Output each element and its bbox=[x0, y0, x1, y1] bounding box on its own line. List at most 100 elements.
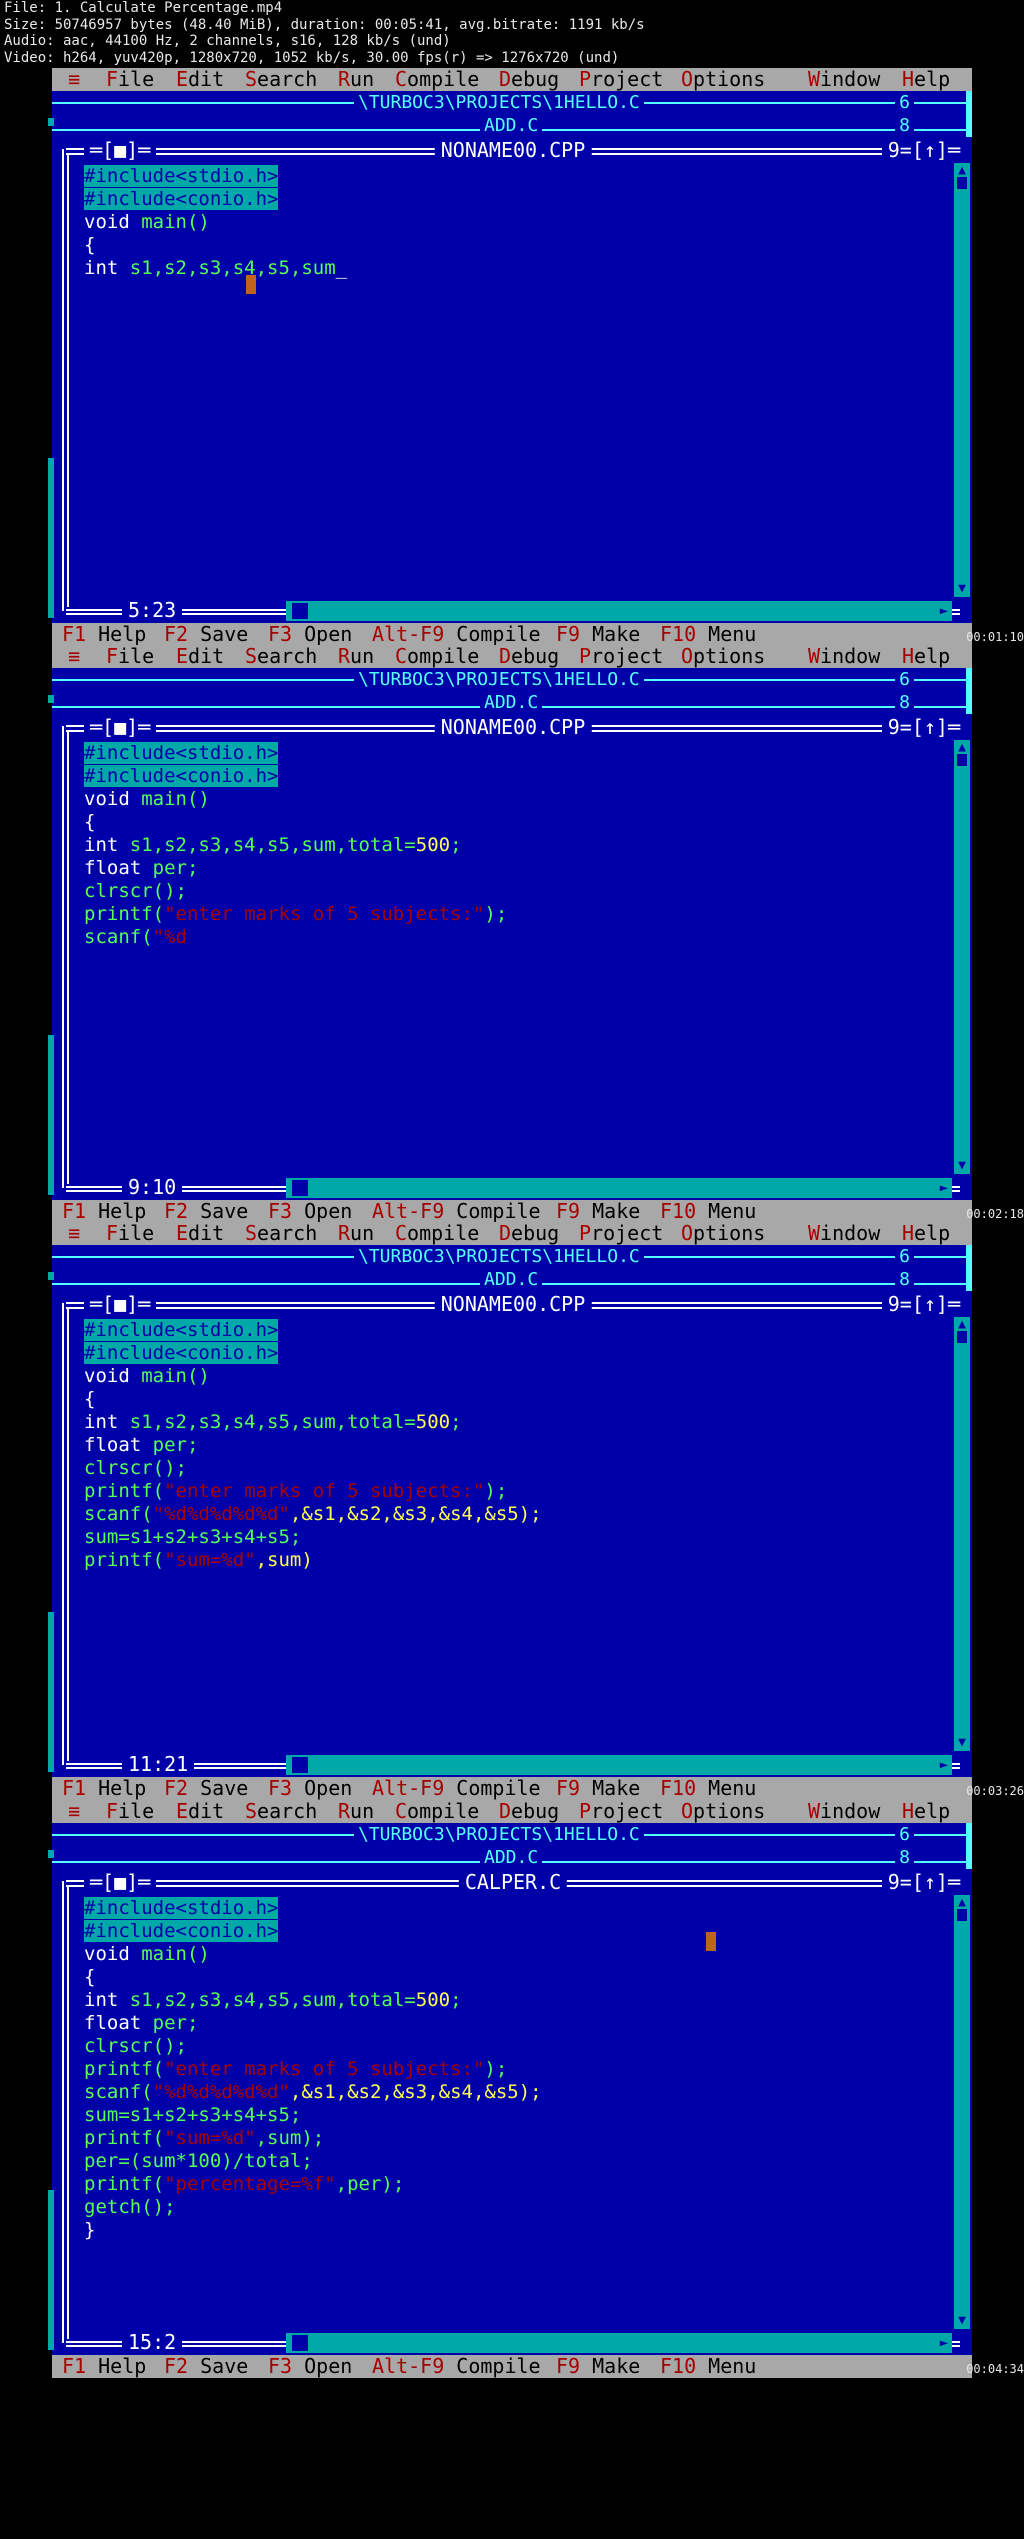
code-line[interactable]: #include<conio.h> bbox=[84, 188, 347, 211]
code-editor[interactable]: #include<stdio.h> #include<conio.h> void m… bbox=[84, 1319, 542, 1572]
vertical-scrollbar[interactable]: ▲ ▼ bbox=[954, 1895, 970, 2329]
status-open[interactable]: F3 Open bbox=[268, 1777, 352, 1800]
scroll-right-icon[interactable]: ► bbox=[936, 2333, 952, 2353]
bg-window-add[interactable]: ADD.C 8 bbox=[52, 1268, 972, 1291]
menu-compile[interactable]: Compile bbox=[395, 68, 479, 91]
menu-run[interactable]: Run bbox=[338, 1800, 374, 1823]
menu-options[interactable]: Options bbox=[681, 1800, 765, 1823]
scroll-left-icon[interactable] bbox=[292, 2335, 308, 2351]
menu-project[interactable]: Project bbox=[579, 645, 663, 668]
code-line[interactable]: void main() bbox=[84, 1943, 542, 1966]
code-line[interactable]: sum=s1+s2+s3+s4+s5; bbox=[84, 1526, 542, 1549]
scroll-thumb[interactable] bbox=[957, 1331, 967, 1343]
menu-compile[interactable]: Compile bbox=[395, 1222, 479, 1245]
menu-edit[interactable]: Edit bbox=[176, 645, 224, 668]
code-line[interactable]: { bbox=[84, 1966, 542, 1989]
vertical-scrollbar[interactable]: ▲ ▼ bbox=[954, 1317, 970, 1751]
zoom-window-icon[interactable]: 9=[↑]═ bbox=[881, 714, 966, 740]
menu-search[interactable]: Search bbox=[245, 1222, 317, 1245]
code-line[interactable]: clrscr(); bbox=[84, 880, 507, 903]
code-editor[interactable]: #include<stdio.h> #include<conio.h> void m… bbox=[84, 165, 347, 280]
menu-help[interactable]: Help bbox=[902, 68, 950, 91]
code-line[interactable]: printf("enter marks of 5 subjects:"); bbox=[84, 2058, 542, 2081]
system-menu-icon[interactable]: ≡ bbox=[68, 1222, 80, 1245]
code-line[interactable]: #include<conio.h> bbox=[84, 1342, 542, 1365]
menu-window[interactable]: Window bbox=[808, 1222, 880, 1245]
menu-options[interactable]: Options bbox=[681, 68, 765, 91]
code-line[interactable]: printf("sum=%d",sum); bbox=[84, 2127, 542, 2150]
menu-edit[interactable]: Edit bbox=[176, 1222, 224, 1245]
code-line[interactable]: #include<stdio.h> bbox=[84, 1897, 542, 1920]
code-line[interactable]: printf("enter marks of 5 subjects:"); bbox=[84, 903, 507, 926]
menu-compile[interactable]: Compile bbox=[395, 1800, 479, 1823]
zoom-window-icon[interactable]: 9=[↑]═ bbox=[881, 1869, 966, 1895]
scroll-down-icon[interactable]: ▼ bbox=[954, 2313, 970, 2329]
status-save[interactable]: F2 Save bbox=[164, 1777, 248, 1800]
menu-window[interactable]: Window bbox=[808, 68, 880, 91]
code-line[interactable]: scanf("%d%d%d%d%d",&s1,&s2,&s3,&s4,&s5); bbox=[84, 1503, 542, 1526]
menu-project[interactable]: Project bbox=[579, 1222, 663, 1245]
code-line[interactable]: float per; bbox=[84, 1434, 542, 1457]
menu-run[interactable]: Run bbox=[338, 645, 374, 668]
code-line[interactable]: #include<stdio.h> bbox=[84, 742, 507, 765]
menu-options[interactable]: Options bbox=[681, 645, 765, 668]
status-compile[interactable]: Alt-F9 Compile bbox=[372, 1777, 541, 1800]
status-help[interactable]: F1 Help bbox=[62, 1777, 146, 1800]
status-help[interactable]: F1 Help bbox=[62, 2355, 146, 2378]
code-line[interactable]: { bbox=[84, 811, 507, 834]
code-line[interactable]: { bbox=[84, 234, 347, 257]
menu-edit[interactable]: Edit bbox=[176, 68, 224, 91]
status-open[interactable]: F3 Open bbox=[268, 1200, 352, 1223]
vertical-scrollbar[interactable]: ▲ ▼ bbox=[954, 740, 970, 1174]
scroll-thumb[interactable] bbox=[957, 1909, 967, 1921]
menu-file[interactable]: File bbox=[106, 68, 154, 91]
code-line[interactable]: printf("percentage=%f",per); bbox=[84, 2173, 542, 2196]
horizontal-scrollbar[interactable]: ► bbox=[286, 601, 952, 621]
code-line[interactable]: { bbox=[84, 1388, 542, 1411]
system-menu-icon[interactable]: ≡ bbox=[68, 68, 80, 91]
code-line[interactable]: #include<conio.h> bbox=[84, 1920, 542, 1943]
menu-debug[interactable]: Debug bbox=[499, 1800, 559, 1823]
status-menu[interactable]: F10 Menu bbox=[660, 1777, 756, 1800]
scroll-down-icon[interactable]: ▼ bbox=[954, 1158, 970, 1174]
status-make[interactable]: F9 Make bbox=[556, 1777, 640, 1800]
editor-window[interactable]: ═[■]═ NONAME00.CPP 9=[↑]═ ▲ ▼ #include<s… bbox=[56, 1291, 970, 1777]
menu-file[interactable]: File bbox=[106, 1800, 154, 1823]
zoom-arrow-icon[interactable]: =[↑]═ bbox=[900, 1870, 960, 1894]
menu-window[interactable]: Window bbox=[808, 645, 880, 668]
bg-window-add[interactable]: ADD.C 8 bbox=[52, 691, 972, 714]
code-line[interactable]: float per; bbox=[84, 857, 507, 880]
code-editor[interactable]: #include<stdio.h> #include<conio.h> void m… bbox=[84, 742, 507, 949]
menu-search[interactable]: Search bbox=[245, 645, 317, 668]
code-line[interactable]: clrscr(); bbox=[84, 1457, 542, 1480]
menu-project[interactable]: Project bbox=[579, 1800, 663, 1823]
status-save[interactable]: F2 Save bbox=[164, 2355, 248, 2378]
bg-window-add[interactable]: ADD.C 8 bbox=[52, 114, 972, 137]
scroll-left-icon[interactable] bbox=[292, 1180, 308, 1196]
system-menu-icon[interactable]: ≡ bbox=[68, 1800, 80, 1823]
status-save[interactable]: F2 Save bbox=[164, 623, 248, 646]
status-help[interactable]: F1 Help bbox=[62, 1200, 146, 1223]
menu-edit[interactable]: Edit bbox=[176, 1800, 224, 1823]
code-line[interactable]: scanf("%d%d%d%d%d",&s1,&s2,&s3,&s4,&s5); bbox=[84, 2081, 542, 2104]
code-line[interactable]: #include<conio.h> bbox=[84, 765, 507, 788]
code-line[interactable]: #include<stdio.h> bbox=[84, 165, 347, 188]
code-line[interactable]: clrscr(); bbox=[84, 2035, 542, 2058]
code-line[interactable]: scanf("%d bbox=[84, 926, 507, 949]
menu-help[interactable]: Help bbox=[902, 1800, 950, 1823]
status-compile[interactable]: Alt-F9 Compile bbox=[372, 2355, 541, 2378]
status-save[interactable]: F2 Save bbox=[164, 1200, 248, 1223]
close-window-icon[interactable]: ═[■]═ bbox=[84, 1291, 157, 1317]
menu-debug[interactable]: Debug bbox=[499, 1222, 559, 1245]
horizontal-scrollbar[interactable]: ► bbox=[286, 1178, 952, 1198]
menu-help[interactable]: Help bbox=[902, 1222, 950, 1245]
status-open[interactable]: F3 Open bbox=[268, 2355, 352, 2378]
editor-window[interactable]: ═[■]═ NONAME00.CPP 9=[↑]═ ▲ ▼ #include<s… bbox=[56, 714, 970, 1200]
status-make[interactable]: F9 Make bbox=[556, 2355, 640, 2378]
code-line[interactable]: int s1,s2,s3,s4,s5,sum,total=500; bbox=[84, 1411, 542, 1434]
vertical-scrollbar[interactable]: ▲ ▼ bbox=[954, 163, 970, 597]
code-editor[interactable]: #include<stdio.h> #include<conio.h> void m… bbox=[84, 1897, 542, 2242]
scroll-left-icon[interactable] bbox=[292, 1757, 308, 1773]
menu-options[interactable]: Options bbox=[681, 1222, 765, 1245]
menu-help[interactable]: Help bbox=[902, 645, 950, 668]
